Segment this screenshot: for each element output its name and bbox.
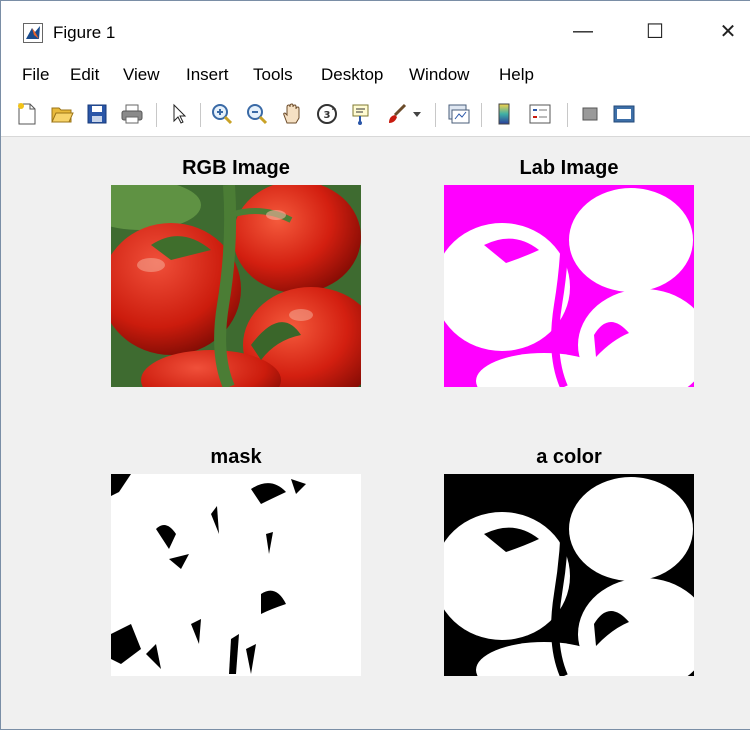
menu-view[interactable]: View	[123, 65, 160, 85]
rgb-image-title: RGB Image	[182, 157, 290, 179]
svg-text:3: 3	[324, 110, 331, 121]
close-button[interactable]: ✕	[698, 11, 750, 51]
menu-desktop[interactable]: Desktop	[321, 65, 383, 85]
toolbar-separator	[481, 103, 482, 127]
toolbar-separator	[200, 103, 201, 127]
hide-plot-tools-icon[interactable]	[576, 100, 604, 128]
dropdown-arrow-icon[interactable]	[411, 100, 423, 128]
print-icon[interactable]	[118, 100, 146, 128]
lab-image	[444, 185, 694, 387]
lab-image-title: Lab Image	[519, 157, 619, 179]
menu-help[interactable]: Help	[499, 65, 534, 85]
window-title: Figure 1	[53, 23, 116, 42]
colorbar-icon[interactable]	[490, 100, 518, 128]
figure-canvas: RGB Image Lab Image mask a color	[1, 137, 750, 729]
data-cursor-icon[interactable]	[348, 100, 376, 128]
matlab-icon	[23, 23, 43, 43]
a-color-title: a color	[536, 446, 602, 468]
zoom-out-icon[interactable]	[243, 100, 271, 128]
link-plot-icon[interactable]	[444, 100, 472, 128]
toolbar-separator	[567, 103, 568, 127]
pointer-icon[interactable]	[165, 100, 193, 128]
pan-icon[interactable]	[278, 100, 306, 128]
mask-image	[111, 474, 361, 676]
menu-file[interactable]: File	[22, 65, 49, 85]
show-plot-tools-icon[interactable]	[610, 100, 638, 128]
brush-icon[interactable]	[383, 100, 411, 128]
toolbar-separator	[156, 103, 157, 127]
title-bar[interactable]: Figure 1 — ☐ ✕	[1, 1, 750, 53]
menu-tools[interactable]: Tools	[253, 65, 293, 85]
a-color-image	[444, 474, 694, 676]
zoom-in-icon[interactable]	[208, 100, 236, 128]
menu-edit[interactable]: Edit	[70, 65, 99, 85]
toolbar: 3	[1, 93, 750, 137]
maximize-button[interactable]: ☐	[625, 11, 685, 51]
save-icon[interactable]	[83, 100, 111, 128]
legend-icon[interactable]	[526, 100, 554, 128]
rgb-image	[111, 185, 361, 387]
rotate-3d-icon[interactable]: 3	[313, 100, 341, 128]
open-file-icon[interactable]	[48, 100, 76, 128]
new-figure-icon[interactable]	[13, 100, 41, 128]
menu-window[interactable]: Window	[409, 65, 469, 85]
toolbar-separator	[435, 103, 436, 127]
menu-bar: File Edit View Insert Tools Desktop Wind…	[1, 53, 750, 93]
mask-title: mask	[210, 446, 262, 468]
menu-insert[interactable]: Insert	[186, 65, 229, 85]
figure-window: Figure 1 — ☐ ✕ File Edit View Insert Too…	[0, 0, 750, 730]
minimize-button[interactable]: —	[553, 11, 613, 51]
